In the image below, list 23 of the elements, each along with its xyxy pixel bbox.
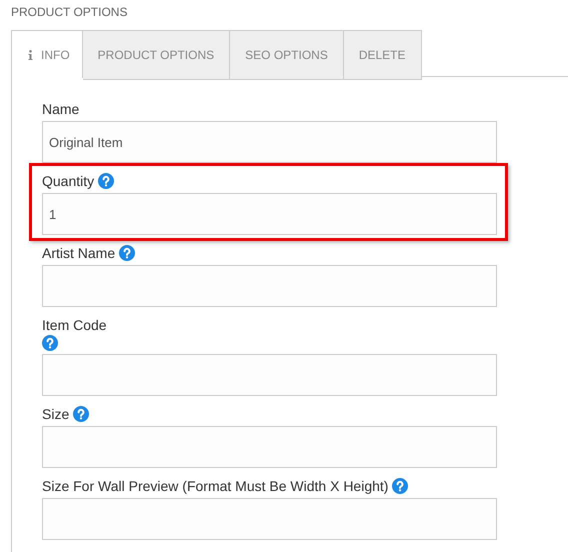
field-label: Item Code bbox=[42, 316, 107, 334]
help-icon[interactable] bbox=[73, 406, 90, 422]
tab[interactable]: SEO OPTIONS bbox=[230, 30, 344, 80]
field-label: Size bbox=[42, 405, 70, 423]
tab[interactable]: INFO bbox=[11, 30, 83, 78]
field-label: Artist Name bbox=[42, 244, 116, 262]
input-field[interactable] bbox=[42, 265, 497, 307]
section-heading: PRODUCT OPTIONS bbox=[11, 5, 128, 21]
input-field[interactable]: Original Item bbox=[42, 121, 497, 163]
info-icon bbox=[28, 50, 33, 60]
tab[interactable]: DELETE bbox=[344, 30, 422, 80]
field-label: Name bbox=[42, 100, 80, 118]
help-icon[interactable] bbox=[42, 335, 58, 351]
help-icon[interactable] bbox=[119, 245, 136, 261]
field-label: Quantity bbox=[42, 172, 94, 190]
help-icon[interactable] bbox=[98, 173, 114, 189]
input-field[interactable]: 1 bbox=[42, 193, 497, 235]
help-icon[interactable] bbox=[392, 478, 408, 494]
input-field[interactable] bbox=[42, 498, 497, 540]
tab[interactable]: PRODUCT OPTIONS bbox=[82, 30, 230, 80]
field-label: Size For Wall Preview (Format Must Be Width X Height) bbox=[42, 477, 388, 495]
input-field[interactable] bbox=[42, 354, 497, 396]
input-field[interactable] bbox=[42, 426, 497, 468]
